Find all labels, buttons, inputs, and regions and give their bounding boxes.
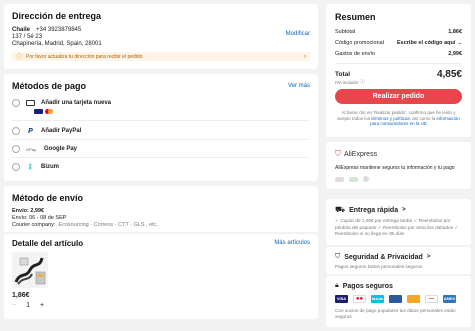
payment-method-google-pay[interactable]: GPay Google Pay [12,145,77,153]
credit-card-icon [26,100,35,106]
subtotal-value: 1,86€ [448,29,462,35]
shipping-method-title: Método de envío [12,193,84,203]
payment-method-label: Bizum [41,164,59,170]
promo-code-input[interactable]: Escribe el código aquí ⌄ [397,40,462,46]
quantity-value[interactable]: 1 [26,302,30,309]
edit-address-link[interactable]: Modificar [286,31,310,37]
payment-method-paypal[interactable]: P Añadir PayPal [12,127,81,135]
chevron-right-icon: › [304,53,306,60]
courier-list: Ecosourcing · Correos · CTT · GLS , etc. [58,222,158,228]
mastercard-logo: ●● [353,295,366,303]
tax-note: IVA incluido [335,79,359,85]
product-thumbnail[interactable] [12,252,48,288]
trust-badges [335,176,462,182]
badge-icon [363,176,369,182]
badge-icon [349,176,358,182]
chevron-right-icon: > [402,207,406,213]
payment-method-card[interactable]: Añadir una tarjeta nueva [12,99,111,107]
place-order-button[interactable]: Realizar pedido [335,89,462,104]
couriers-label: Courier company: [12,222,56,228]
see-more-link[interactable]: Ver más [288,83,310,89]
total-value: 4,85€ [436,69,462,80]
truck-icon: ⛟ [335,205,346,214]
shipping-cost: Envío: 2,99€ [12,208,45,214]
recipient-phone: +34 3923879845 [36,27,82,33]
security-title: Seguridad & Privacidad [344,253,423,261]
item-price: 1,86€ [12,292,30,299]
radio-button[interactable] [12,145,20,153]
order-summary-card: Resumen Subtotal 1,86€ Código promociona… [326,4,471,137]
bizum-logo: bizum [371,295,384,303]
security-privacy-card[interactable]: ⛉ Seguridad & Privacidad > Pagos seguros… [326,247,471,274]
delivery-title: Entrega rápida [349,206,399,214]
payment-logos: VISA ●● bizum — AMEX [335,295,462,303]
payment-method-label: Google Pay [44,146,78,152]
item-detail-title: Detalle del artículo [12,239,84,248]
shipping-fee-value: 2,99€ [448,51,462,57]
more-items-link[interactable]: Más artículos [274,240,310,246]
visa-logo [34,109,43,114]
visa-logo: VISA [335,295,348,303]
network-cable-image [14,257,46,285]
item-detail-card: Detalle del artículo Más artículos 1,86€… [4,234,318,319]
payment-methods-card: Métodos de pago Ver más Añadir una tarje… [4,74,318,181]
address-notice[interactable]: ⓘ Por favor actualiza tu dirección para … [12,52,310,61]
promo-code-placeholder: Escribe el código aquí [397,40,456,46]
card-logo: — [425,295,438,303]
secure-payments-card: 🔒︎ Pagos seguros VISA ●● bizum — AMEX Co… [326,276,471,327]
payment-title: Métodos de pago [12,81,86,91]
card-logo [389,295,402,303]
radio-button[interactable] [12,99,20,107]
recipient-name: Chaile [12,27,31,33]
address-street: 137 / 5é 23 [12,34,43,40]
shield-check-icon: ⛉ [335,253,341,260]
terms-link[interactable]: términos y políticas [371,116,410,121]
legal-text: Al hacer clic en 'Realizar pedido', conf… [335,110,462,127]
bizum-icon: ᛒ [28,163,33,171]
payment-method-label: Añadir PayPal [41,128,82,134]
card-logo [407,295,420,303]
shipping-eta: Envío: 06 - 08 de SEP [12,215,67,221]
notice-text: Por favor actualiza tu dirección para re… [26,53,143,60]
radio-button[interactable] [12,127,20,135]
chevron-down-icon: ⌄ [457,40,462,46]
mastercard-logo [45,109,53,114]
shipping-address-card: Dirección de entrega Chaile +34 39238798… [4,4,318,69]
chevron-right-icon: > [426,254,431,260]
payment-method-label: Añadir una tarjeta nueva [41,100,112,106]
shipping-address-title: Dirección de entrega [12,11,102,21]
amex-logo: AMEX [443,295,456,303]
quantity-stepper[interactable]: − 1 + [12,302,44,309]
aliexpress-trust-card: ⛉ AliExpress AliExpress mantiene seguros… [326,142,471,189]
legal-mid: , así como la [409,115,436,121]
secure-payments-title: Pagos seguros [342,282,393,290]
google-pay-icon: GPay [26,146,37,152]
total-label: Total [335,71,351,78]
increase-quantity-button[interactable]: + [40,302,44,309]
decrease-quantity-button[interactable]: − [12,302,16,309]
radio-button[interactable] [12,163,20,171]
info-icon[interactable]: ⓘ [360,79,365,85]
address-city: Chapinería, Madrid, Spain, 28001 [12,41,102,47]
paypal-icon: P [28,127,33,135]
shield-icon: ⛉ [335,149,341,158]
badge-icon [335,176,344,182]
promo-code-label: Código promocional [335,40,384,46]
shipping-method-card: Método de envío Envío: 2,99€ Envío: 06 -… [4,186,318,232]
aliexpress-brand: AliExpress [344,150,378,158]
card-brand-logos [34,109,53,114]
lock-icon: 🔒︎ [335,282,339,289]
secure-payments-text: Con socios de pago populares tus datos p… [335,308,456,319]
subtotal-label: Subtotal [335,29,356,35]
summary-title: Resumen [335,12,376,22]
fast-delivery-card[interactable]: ⛟ Entrega rápida > ✓ Cupón de 1,00€ por … [326,199,471,245]
payment-method-bizum[interactable]: ᛒ Bizum [12,163,59,171]
shipping-fee-label: Gastos de envío [335,51,376,57]
delivery-guarantees: ✓ Cupón de 1,00€ por entrega tardía ✓ Re… [335,218,459,236]
trust-text: AliExpress mantiene seguros tu informaci… [335,165,455,171]
warning-icon: ⓘ [16,55,23,61]
security-text: Pagos seguros Datos personales seguros [335,264,423,269]
